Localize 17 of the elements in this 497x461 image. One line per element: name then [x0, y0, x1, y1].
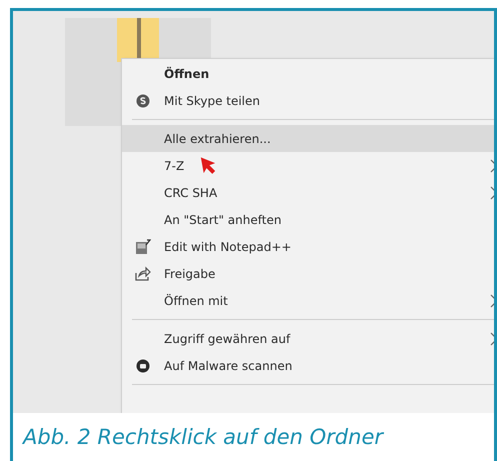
- menu-item[interactable]: Mit Skype teilen: [122, 87, 494, 114]
- menu-item[interactable]: Edit with Notepad++: [122, 233, 494, 260]
- share-icon: [135, 266, 151, 281]
- menu-item[interactable]: Freigabe: [122, 260, 494, 287]
- menu-item[interactable]: Öffnen: [122, 60, 494, 87]
- cursor-arrow-icon: [199, 156, 217, 176]
- skype-logo-icon: [136, 94, 150, 108]
- menu-item[interactable]: CRC SHA: [122, 179, 494, 206]
- zip-folder-icon: [117, 18, 159, 62]
- menu-item[interactable]: 7-Z: [122, 152, 494, 179]
- figure-caption: Abb. 2 Rechtsklick auf den Ordner: [21, 424, 385, 451]
- menu-item[interactable]: Öffnen mit: [122, 287, 494, 314]
- menu-item[interactable]: An "Start" anheften: [122, 206, 494, 233]
- menu-item[interactable]: Auf Malware scannen: [122, 352, 494, 379]
- menu-item[interactable]: Alle extrahieren...: [122, 125, 494, 152]
- notepad-icon: [135, 238, 151, 254]
- menu-item[interactable]: Zugriff gewähren auf: [122, 325, 494, 352]
